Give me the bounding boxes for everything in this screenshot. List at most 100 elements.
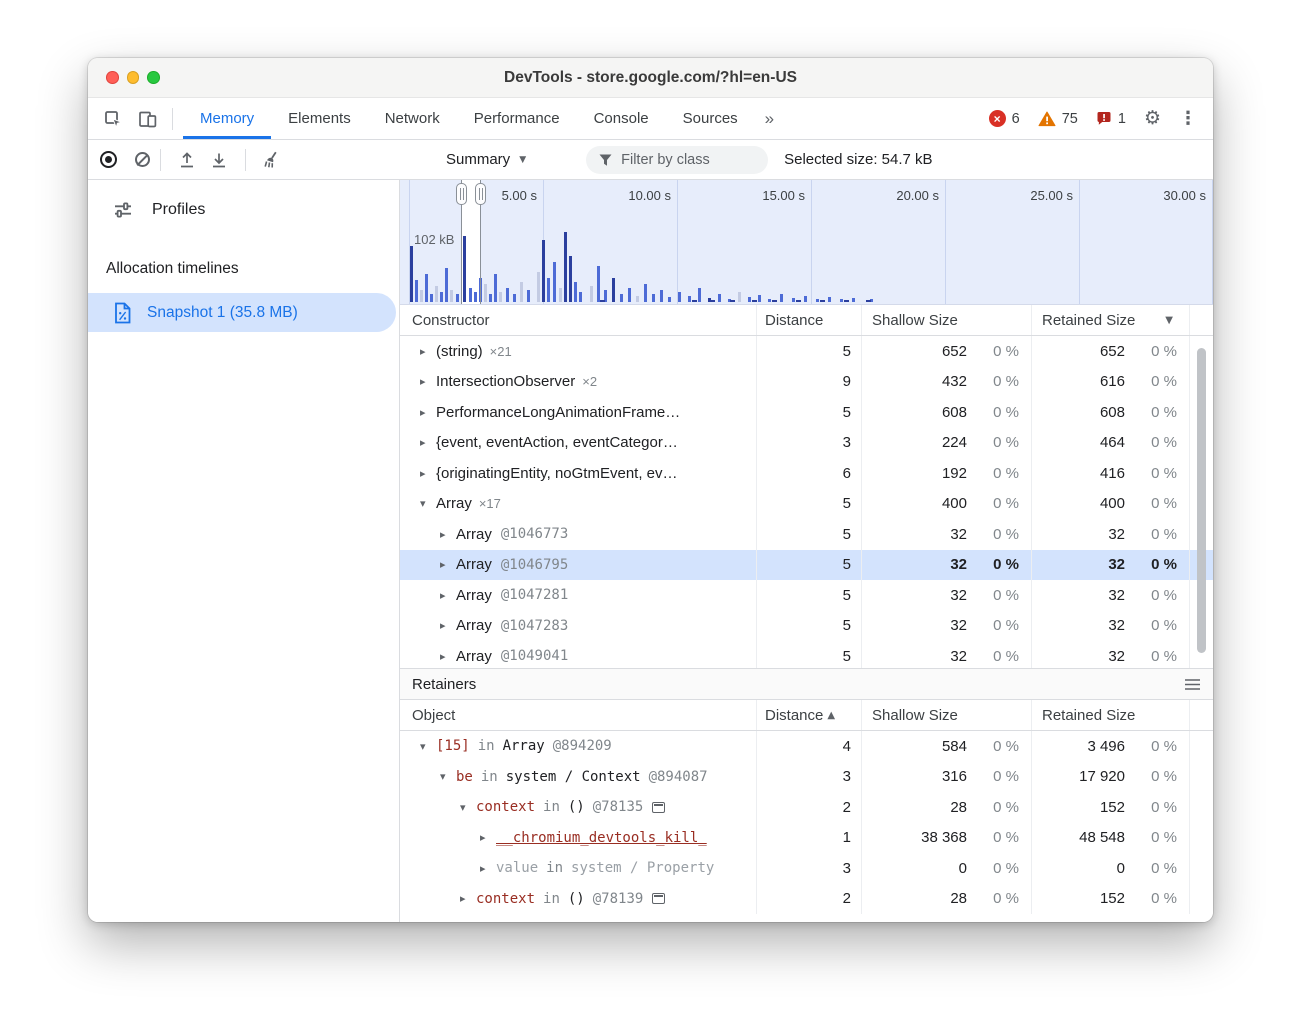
constructor-row[interactable]: ▸(string)×2156520 %6520 % — [400, 336, 1213, 367]
retainer-object-name: Array — [503, 738, 545, 754]
settings-gear-icon[interactable]: ⚙ — [1144, 109, 1161, 128]
expand-toggle-icon[interactable]: ▸ — [460, 892, 476, 905]
inspect-element-icon[interactable] — [96, 98, 130, 139]
expand-toggle-icon[interactable]: ▸ — [480, 862, 496, 875]
expand-toggle-icon[interactable]: ▸ — [420, 436, 436, 449]
column-header-shallow-size[interactable]: Shallow Size — [862, 305, 1032, 335]
retainer-row[interactable]: ▾beinsystem / Context@89408733160 %17 92… — [400, 762, 1213, 793]
timeline-bar — [792, 298, 795, 302]
size-value: 32 — [1032, 617, 1125, 634]
shallow-size-cell: 320 % — [862, 519, 1032, 550]
vertical-scrollbar[interactable] — [1197, 348, 1206, 653]
timeline-bar — [710, 300, 715, 302]
save-profile-icon[interactable] — [209, 150, 229, 170]
issues-button[interactable]: 1 — [1096, 111, 1126, 127]
allocation-timeline[interactable]: 102 kB 5.00 s10.00 s15.00 s20.00 s25.00 … — [400, 180, 1213, 305]
clear-profiles-icon[interactable] — [135, 152, 150, 167]
distance-cell: 5 — [757, 397, 862, 428]
expand-toggle-icon[interactable]: ▸ — [440, 528, 456, 541]
more-tabs-button[interactable]: » — [755, 98, 784, 139]
expand-toggle-icon[interactable]: ▸ — [420, 406, 436, 419]
expand-toggle-icon[interactable]: ▸ — [440, 619, 456, 632]
clear-all-broom-icon[interactable] — [262, 150, 282, 170]
retainer-row[interactable]: ▸__chromium_devtools_kill_138 3680 %48 5… — [400, 823, 1213, 854]
reveal-object-icon[interactable] — [652, 893, 665, 904]
column-header-retained-size[interactable]: Retained Size — [1032, 700, 1190, 730]
retained-size-cell: 1520 % — [1032, 792, 1190, 823]
timeline-selection-handle[interactable] — [456, 180, 467, 304]
class-filter[interactable] — [586, 146, 768, 174]
tab-console[interactable]: Console — [577, 98, 666, 139]
perspective-select[interactable]: Summary ▼ — [446, 151, 526, 168]
collapse-toggle-icon[interactable]: ▾ — [460, 801, 476, 814]
expand-toggle-icon[interactable]: ▸ — [420, 345, 436, 358]
device-toolbar-icon[interactable] — [130, 98, 164, 139]
expand-toggle-icon[interactable]: ▸ — [440, 650, 456, 663]
minimize-window-button[interactable] — [127, 71, 140, 84]
tab-network[interactable]: Network — [368, 98, 457, 139]
close-window-button[interactable] — [106, 71, 119, 84]
tab-performance[interactable]: Performance — [457, 98, 577, 139]
constructor-name: Array — [456, 617, 492, 634]
column-header-object[interactable]: Object — [400, 700, 757, 730]
retainers-menu-icon[interactable] — [1184, 678, 1201, 691]
column-header-constructor[interactable]: Constructor — [400, 305, 757, 335]
column-header-shallow-size[interactable]: Shallow Size — [862, 700, 1032, 730]
console-errors-button[interactable]: × 6 — [989, 110, 1020, 127]
collapse-toggle-icon[interactable]: ▾ — [420, 740, 436, 753]
timeline-bar — [430, 294, 433, 302]
console-warnings-button[interactable]: 75 — [1038, 111, 1078, 127]
distance-cell: 2 — [757, 792, 862, 823]
constructor-row[interactable]: ▾Array×1754000 %4000 % — [400, 489, 1213, 520]
column-header-retained-size[interactable]: Retained Size▼ — [1032, 305, 1190, 335]
expand-toggle-icon[interactable]: ▸ — [440, 558, 456, 571]
expand-toggle-icon[interactable]: ▸ — [420, 467, 436, 480]
snapshot-item[interactable]: Snapshot 1 (35.8 MB) — [88, 293, 396, 332]
expand-toggle-icon[interactable]: ▸ — [420, 375, 436, 388]
expand-toggle-icon[interactable]: ▸ — [440, 589, 456, 602]
issue-icon — [1096, 111, 1112, 126]
retainer-row[interactable]: ▾[15]inArray@89420945840 %3 4960 % — [400, 731, 1213, 762]
class-filter-input[interactable] — [621, 152, 751, 168]
collapse-toggle-icon[interactable]: ▾ — [440, 770, 456, 783]
kebab-menu-icon[interactable]: ⋮ — [1179, 110, 1197, 128]
zoom-window-button[interactable] — [147, 71, 160, 84]
expand-toggle-icon[interactable]: ▸ — [480, 831, 496, 844]
constructor-row[interactable]: ▸Array@10472835320 %320 % — [400, 611, 1213, 642]
size-percent: 0 % — [1125, 465, 1177, 482]
tab-memory[interactable]: Memory — [183, 98, 271, 139]
column-header-distance[interactable]: Distance▲ — [757, 700, 862, 730]
column-header-label: Retained Size — [1042, 707, 1135, 724]
handle-grip — [456, 183, 467, 205]
timeline-bar — [780, 294, 783, 302]
constructor-name: Array — [436, 495, 472, 512]
constructor-row[interactable]: ▸Array@10467735320 %320 % — [400, 519, 1213, 550]
retainer-row[interactable]: ▾contextin()@781352280 %1520 % — [400, 792, 1213, 823]
constructor-row[interactable]: ▸IntersectionObserver×294320 %6160 % — [400, 367, 1213, 398]
constructor-row[interactable]: ▸Array@10490415320 %320 % — [400, 641, 1213, 668]
retainer-row[interactable]: ▸contextin()@781392280 %1520 % — [400, 884, 1213, 915]
constructor-row[interactable]: ▸Array@10472815320 %320 % — [400, 580, 1213, 611]
retainer-row[interactable]: ▸valueinsystem / Property300 %00 % — [400, 853, 1213, 884]
shallow-size-cell: 320 % — [862, 611, 1032, 642]
size-percent: 0 % — [967, 495, 1019, 512]
constructor-row[interactable]: ▸Array@10467955320 %320 % — [400, 550, 1213, 581]
constructor-name: PerformanceLongAnimationFrame… — [436, 404, 680, 421]
distance-cell: 9 — [757, 367, 862, 398]
collapse-toggle-icon[interactable]: ▾ — [420, 497, 436, 510]
shallow-size-cell: 280 % — [862, 792, 1032, 823]
reveal-object-icon[interactable] — [652, 802, 665, 813]
constructor-row[interactable]: ▸{originatingEntity, noGtmEvent, ev…6192… — [400, 458, 1213, 489]
retained-size-cell: 320 % — [1032, 611, 1190, 642]
constructor-row[interactable]: ▸{event, eventAction, eventCategor…32240… — [400, 428, 1213, 459]
column-header-distance[interactable]: Distance — [757, 305, 862, 335]
constructor-cell: ▸Array@1046773 — [400, 519, 757, 550]
timeline-selection-handle[interactable] — [475, 180, 486, 304]
record-heap-button[interactable] — [100, 151, 117, 168]
timeline-bar — [816, 299, 819, 302]
tab-sources[interactable]: Sources — [666, 98, 755, 139]
tab-elements[interactable]: Elements — [271, 98, 368, 139]
load-profile-icon[interactable] — [177, 150, 197, 170]
constructor-row[interactable]: ▸PerformanceLongAnimationFrame…56080 %60… — [400, 397, 1213, 428]
window-titlebar[interactable]: DevTools - store.google.com/?hl=en-US — [88, 58, 1213, 98]
